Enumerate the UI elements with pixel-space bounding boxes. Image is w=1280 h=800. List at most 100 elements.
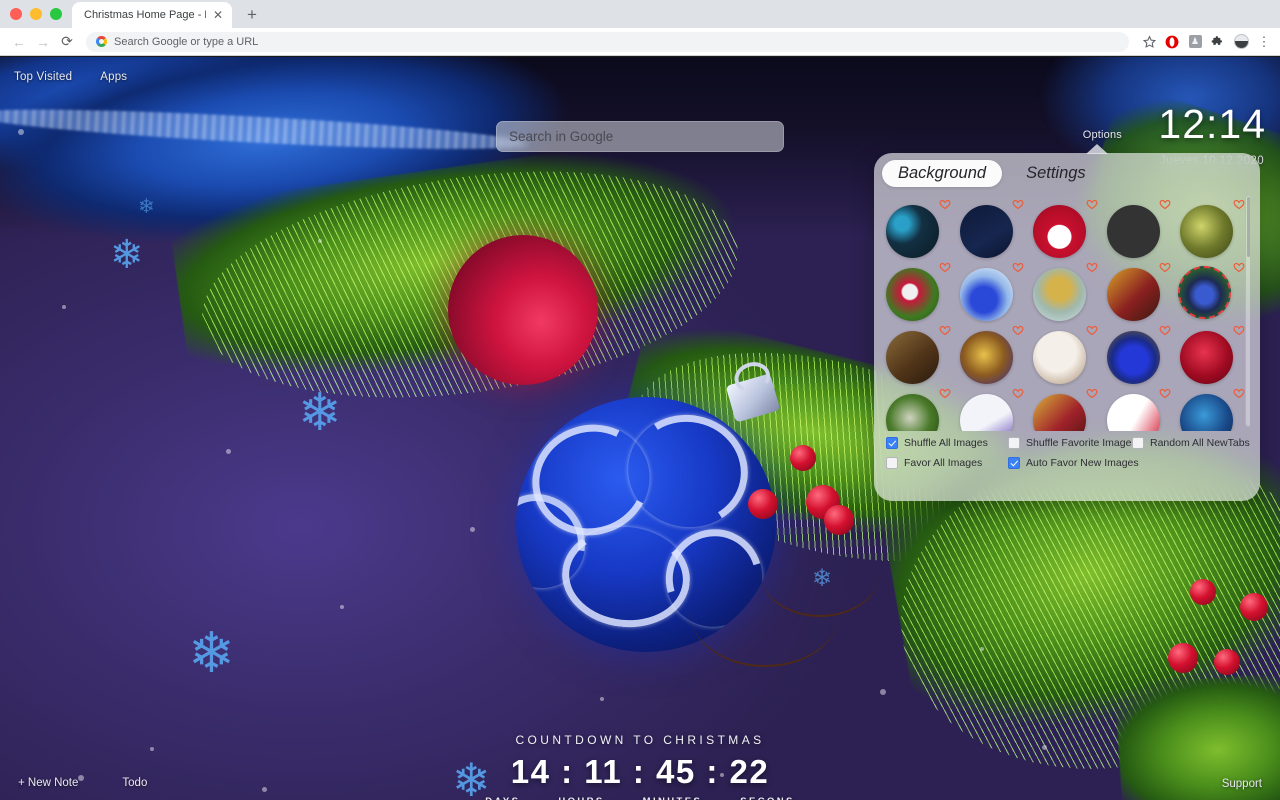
favorite-heart-icon[interactable]: [939, 387, 951, 399]
tab-settings[interactable]: Settings: [1010, 160, 1102, 187]
favorite-heart-icon[interactable]: [1233, 387, 1245, 399]
chrome-menu-icon[interactable]: ⋮: [1256, 34, 1272, 50]
maximize-window-button[interactable]: [50, 8, 62, 20]
checkbox-label: Shuffle Favorite Images: [1026, 437, 1137, 449]
chess-extension-icon[interactable]: ♟: [1187, 34, 1203, 50]
wallpaper-thumbnail-dark-blue-night-sky[interactable]: [1106, 205, 1160, 258]
wallpaper-thumbnail-green-wreath-with-bird[interactable]: [886, 394, 939, 431]
checkbox-favor-all-images[interactable]: Favor All Images: [886, 457, 1008, 469]
panel-tabs: Background Settings: [874, 153, 1260, 191]
favorite-heart-icon[interactable]: [1012, 324, 1024, 336]
wallpaper-thumbnail-gold-and-red-gift-wrap[interactable]: [1106, 268, 1160, 321]
address-bar[interactable]: Search Google or type a URL: [86, 31, 1129, 52]
checkbox-shuffle-all-images[interactable]: Shuffle All Images: [886, 437, 1008, 449]
favorite-heart-icon[interactable]: [1233, 198, 1245, 210]
new-tab-button[interactable]: +: [238, 2, 266, 28]
tab-background[interactable]: Background: [882, 160, 1003, 187]
countdown-unit-label: SECONS: [740, 796, 795, 800]
checkbox-auto-favor-new-images[interactable]: Auto Favor New Images: [1008, 457, 1139, 469]
favorite-heart-icon[interactable]: [1086, 324, 1098, 336]
wallpaper-thumbnail-cell: [1176, 386, 1250, 431]
favorite-heart-icon[interactable]: [1159, 387, 1171, 399]
wallpaper-thumbnail-cell: [882, 197, 956, 260]
quick-links: Top Visited Apps: [14, 71, 127, 83]
new-note-button[interactable]: + New Note: [18, 777, 78, 789]
checkbox-label: Random All NewTabs: [1150, 437, 1250, 449]
checkbox-shuffle-favorite-images[interactable]: Shuffle Favorite Images: [1008, 437, 1137, 449]
support-link[interactable]: Support: [1222, 778, 1262, 790]
favorite-heart-icon[interactable]: [939, 324, 951, 336]
favorite-heart-icon[interactable]: [1159, 324, 1171, 336]
favorite-heart-icon[interactable]: [1086, 387, 1098, 399]
countdown-title: COUNTDOWN TO CHRISTMAS: [515, 733, 765, 747]
close-tab-icon[interactable]: ✕: [210, 7, 226, 23]
favorite-heart-icon[interactable]: [1086, 261, 1098, 273]
wallpaper-thumbnail-teal-blue-ornament[interactable]: [1180, 394, 1234, 431]
checkbox-box[interactable]: [886, 437, 898, 449]
reload-icon[interactable]: ⟳: [56, 31, 78, 53]
back-icon[interactable]: ←: [8, 31, 30, 53]
wallpaper-thumbnail-red-gold-gift-boxes[interactable]: [1033, 394, 1087, 431]
wallpaper-thumbnail-cell: [882, 323, 956, 386]
tab-strip: Christmas Home Page - KissAppSL ✕ +: [0, 0, 1280, 28]
clock: 12:14: [1158, 101, 1266, 147]
checkbox-box[interactable]: [1008, 457, 1020, 469]
wallpaper-thumbnail-red-white-ornament-on-pine[interactable]: [886, 268, 939, 321]
panel-scrollbar[interactable]: [1245, 195, 1250, 427]
wallpaper-thumbnail-cell: [956, 197, 1030, 260]
wallpaper-thumbnail-red-bauble-city-silhouette[interactable]: [1033, 205, 1087, 258]
wallpaper-thumbnail-santa-hat-on-white[interactable]: [1106, 394, 1160, 431]
apps-link[interactable]: Apps: [100, 71, 127, 83]
checkbox-label: Favor All Images: [904, 457, 983, 469]
checkbox-box[interactable]: [886, 457, 898, 469]
favorite-heart-icon[interactable]: [1012, 261, 1024, 273]
favorite-heart-icon[interactable]: [939, 261, 951, 273]
favorite-heart-icon[interactable]: [1086, 198, 1098, 210]
bottom-bar: + New Note Todo Support: [0, 774, 1280, 792]
close-window-button[interactable]: [10, 8, 22, 20]
favorite-heart-icon[interactable]: [1233, 324, 1245, 336]
favorite-heart-icon[interactable]: [939, 198, 951, 210]
favorite-heart-icon[interactable]: [1233, 261, 1245, 273]
checkbox-box[interactable]: [1132, 437, 1144, 449]
wallpaper-thumbnail-christmas-village-market[interactable]: [886, 331, 939, 384]
wallpaper-thumbnail-red-bauble-with-ribbon[interactable]: [1180, 331, 1234, 384]
wallpaper-thumbnail-cell: [1029, 386, 1103, 431]
window-traffic-lights: [0, 0, 72, 28]
extensions-puzzle-icon[interactable]: [1210, 34, 1226, 50]
forward-icon[interactable]: →: [32, 31, 54, 53]
wallpaper-thumbnail-cell: [1029, 323, 1103, 386]
wallpaper-thumbnail-cell: [956, 323, 1030, 386]
wallpaper-thumbnail-decorated-green-tree[interactable]: [1180, 205, 1234, 258]
avatar[interactable]: [1233, 34, 1249, 50]
wallpaper-thumbnail-white-fur-soft-toy[interactable]: [1033, 331, 1087, 384]
panel-scrollbar-thumb[interactable]: [1247, 197, 1250, 257]
browser-tab[interactable]: Christmas Home Page - KissAppSL ✕: [72, 2, 232, 28]
bookmark-star-icon[interactable]: [1141, 34, 1157, 50]
minimize-window-button[interactable]: [30, 8, 42, 20]
top-visited-link[interactable]: Top Visited: [14, 71, 72, 83]
wallpaper-thumbnail-blue-teapot-ornament[interactable]: [1178, 266, 1232, 319]
options-button[interactable]: Options: [1083, 129, 1122, 141]
wallpaper-thumbnail-gold-purple-baubles[interactable]: [959, 331, 1013, 384]
favorite-heart-icon[interactable]: [1012, 198, 1024, 210]
opera-extension-icon[interactable]: [1164, 34, 1180, 50]
wallpaper-thumbnail-white-purple-snow-scene[interactable]: [959, 394, 1013, 431]
wallpaper-grid-scroll[interactable]: [878, 193, 1250, 431]
countdown-unit-labels: DAYS HOURS MINUTES SECONS: [0, 796, 1280, 800]
wallpaper-thumbnail-blue-baubles-on-snow[interactable]: [959, 268, 1013, 321]
wallpaper-thumbnail-merry-christmas-bokeh[interactable]: [886, 205, 939, 258]
wallpaper-thumbnail-blue-lit-christmas-tree[interactable]: [1106, 331, 1160, 384]
countdown-unit-label: DAYS: [485, 796, 520, 800]
favorite-heart-icon[interactable]: [1159, 198, 1171, 210]
wallpaper-thumbnail-golden-bells-winter[interactable]: [1033, 268, 1087, 321]
checkbox-random-all-newtabs[interactable]: Random All NewTabs: [1132, 437, 1250, 449]
wallpaper-thumbnail-merry-christmas-navy-card[interactable]: [959, 205, 1013, 258]
search-input[interactable]: Search in Google: [496, 121, 784, 152]
checkbox-label: Auto Favor New Images: [1026, 457, 1139, 469]
checkbox-box[interactable]: [1008, 437, 1020, 449]
favorite-heart-icon[interactable]: [1159, 261, 1171, 273]
wallpaper-thumbnail-cell: [1103, 386, 1177, 431]
favorite-heart-icon[interactable]: [1012, 387, 1024, 399]
todo-button[interactable]: Todo: [122, 777, 147, 789]
